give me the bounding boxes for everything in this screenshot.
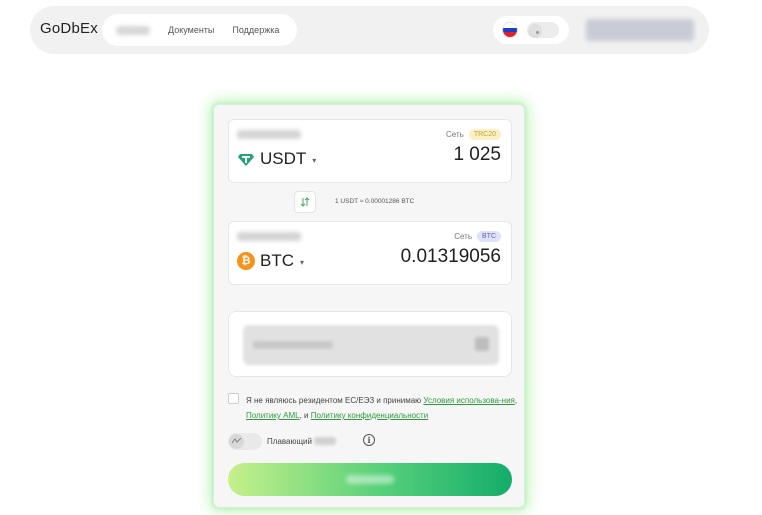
- send-coin-name: USDT: [260, 149, 307, 168]
- header: GoDbEx Документы Поддержка: [30, 6, 709, 54]
- send-field[interactable]: USDT ▾ Сеть TRC20 1 025: [228, 119, 512, 183]
- floating-rate-suffix-blurred: [314, 437, 336, 445]
- submit-label-blurred: [346, 475, 394, 484]
- send-coin-selector[interactable]: USDT ▾: [237, 149, 316, 169]
- user-account-blurred[interactable]: [586, 19, 694, 41]
- logo[interactable]: GoDbEx: [40, 20, 98, 37]
- trend-icon: [232, 438, 241, 444]
- language-theme-box: [493, 16, 569, 44]
- send-network-badge: TRC20: [468, 129, 501, 140]
- aml-policy-link[interactable]: Политику AML: [246, 411, 300, 420]
- swap-arrows-icon: [300, 197, 310, 207]
- send-network-label: Сеть: [446, 130, 464, 139]
- chevron-down-icon: ▾: [300, 258, 305, 267]
- info-icon[interactable]: i: [363, 434, 375, 446]
- receive-network: Сеть BTC: [454, 231, 501, 242]
- terms-link[interactable]: Условия использова-ния: [423, 396, 514, 405]
- floating-rate-knob: [229, 433, 244, 449]
- floating-rate-label: Плавающий: [267, 436, 312, 446]
- privacy-policy-link[interactable]: Политику конфиденциальности: [311, 411, 428, 420]
- wallet-address-input[interactable]: [243, 325, 499, 365]
- chevron-down-icon: ▾: [312, 156, 317, 165]
- bitcoin-icon: ₿: [237, 252, 255, 270]
- receive-network-badge: BTC: [477, 231, 501, 242]
- send-amount[interactable]: 1 025: [453, 144, 501, 166]
- address-box: [228, 311, 512, 377]
- nav-link-blurred[interactable]: [116, 25, 150, 35]
- exchange-card: USDT ▾ Сеть TRC20 1 025 1 USDT ≈ 0.00001…: [213, 104, 525, 508]
- sun-icon: [535, 30, 539, 34]
- nav-link-support[interactable]: Поддержка: [232, 25, 279, 35]
- receive-coin-selector[interactable]: ₿ BTC ▾: [237, 251, 304, 271]
- agreement-checkbox[interactable]: [228, 393, 239, 404]
- floating-rate-row: Плавающий i: [228, 432, 375, 450]
- agreement-separator-1: ,: [514, 396, 518, 405]
- receive-field[interactable]: ₿ BTC ▾ Сеть BTC 0.01319056: [228, 221, 512, 285]
- exchange-rate: 1 USDT ≈ 0.00001286 BTC: [335, 198, 415, 205]
- nav-bar: Документы Поддержка: [102, 14, 297, 46]
- receive-network-label: Сеть: [454, 232, 472, 241]
- exchange-submit-button[interactable]: [228, 463, 512, 496]
- qr-scan-icon[interactable]: [475, 337, 489, 351]
- receive-coin-name: BTC: [260, 251, 294, 270]
- floating-rate-toggle[interactable]: [228, 432, 262, 450]
- agreement-prefix: Я не являюсь резидентом ЕС/ЕЭЗ и принима…: [246, 396, 424, 405]
- agreement-text: Я не являюсь резидентом ЕС/ЕЭЗ и принима…: [246, 393, 518, 423]
- send-label-blurred: [237, 130, 301, 139]
- nav-link-documents[interactable]: Документы: [168, 25, 214, 35]
- russia-flag-icon[interactable]: [503, 23, 517, 37]
- receive-amount: 0.01319056: [400, 246, 501, 267]
- address-placeholder-blurred: [253, 341, 333, 349]
- theme-toggle-knob: [529, 24, 541, 36]
- swap-button[interactable]: [294, 191, 316, 213]
- agreement-separator-2: , и: [299, 411, 311, 420]
- theme-toggle[interactable]: [527, 22, 559, 38]
- send-network: Сеть TRC20: [446, 129, 501, 140]
- tether-icon: [237, 150, 255, 168]
- receive-label-blurred: [237, 232, 301, 241]
